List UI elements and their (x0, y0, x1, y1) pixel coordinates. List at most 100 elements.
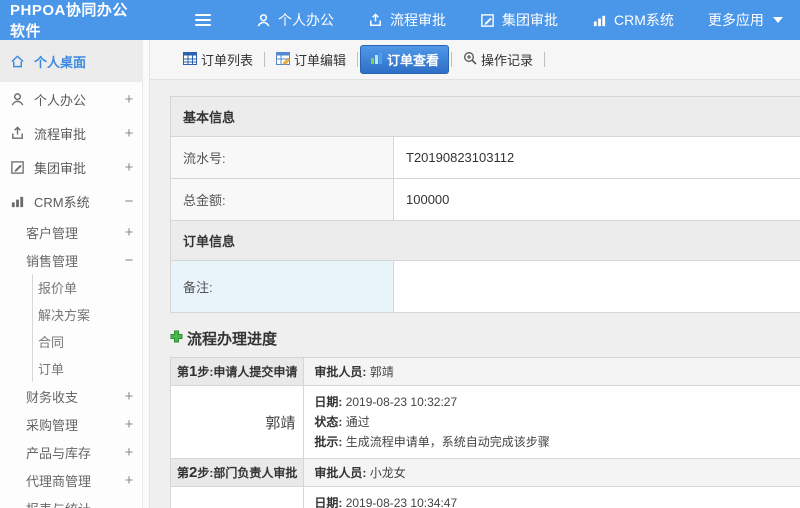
nav-label: 更多应用 (707, 12, 764, 28)
edit-icon (480, 13, 495, 28)
step-detail-cell: 日期: 2019-08-23 10:32:27 状态: 通过 批示: 生成流程申… (303, 385, 800, 459)
expand-icon[interactable]: + (116, 125, 142, 142)
sidebar-item-agent-mgmt[interactable]: 代理商管理 + (0, 466, 142, 494)
section-title: 基本信息 (170, 96, 800, 137)
nav-more-apps[interactable]: 更多应用 (691, 0, 800, 40)
detail-status: 状态: 通过 (314, 415, 370, 429)
top-nav: 个人办公 流程审批 集团审批 CRM系统 更多应用 (239, 0, 800, 40)
sidebar-item-crm[interactable]: CRM系统 − (0, 184, 142, 218)
expand-icon[interactable]: + (116, 159, 142, 176)
tab-separator (544, 52, 546, 67)
nav-label: 流程审批 (390, 12, 446, 28)
table-icon (183, 51, 197, 68)
expand-icon[interactable]: + (116, 444, 142, 461)
sidebar-item-group-approval[interactable]: 集团审批 + (0, 150, 142, 184)
bar-chart-icon (592, 13, 607, 28)
tab-order-view[interactable]: 订单查看 (360, 45, 450, 74)
sidebar-item-finance[interactable]: 财务收支 + (0, 382, 142, 410)
sidebar-item-label: 解决方案 (38, 308, 91, 323)
sales-submenu: 报价单 解决方案 合同 订单 (32, 274, 142, 382)
tab-order-edit[interactable]: 订单编辑 (267, 46, 355, 73)
sidebar-item-sales-mgmt[interactable]: 销售管理 − (0, 246, 142, 274)
order-detail-table: 基本信息 流水号: T20190823103112 总金额: 100000 订单… (170, 96, 800, 313)
sidebar-scrollbar[interactable] (143, 40, 150, 508)
person-icon (9, 91, 25, 107)
tab-operation-log[interactable]: 操作记录 (454, 46, 542, 73)
collapse-icon[interactable]: − (116, 252, 142, 269)
tab-label: 订单编辑 (294, 53, 347, 68)
home-icon (9, 53, 25, 69)
nav-crm[interactable]: CRM系统 (575, 0, 691, 40)
sidebar-item-label: 个人桌面 (34, 54, 87, 70)
tab-separator (357, 52, 359, 67)
expand-icon[interactable]: + (116, 224, 142, 241)
nav-group-approval[interactable]: 集团审批 (463, 0, 575, 40)
workflow-step-header: 第1步:申请人提交申请 审批人员: 郭靖 (169, 357, 800, 386)
person-icon (256, 13, 271, 28)
sidebar-item-purchase[interactable]: 采购管理 + (0, 410, 142, 438)
expand-icon[interactable]: + (116, 388, 142, 405)
expand-icon[interactable]: + (116, 91, 142, 108)
sidebar-item-desktop[interactable]: 个人桌面 (0, 40, 142, 82)
sidebar-item-customer-mgmt[interactable]: 客户管理 + (0, 218, 142, 246)
nav-label: 集团审批 (502, 12, 558, 28)
sidebar-item-label: 集团审批 (34, 160, 87, 176)
expand-icon[interactable]: + (116, 416, 142, 433)
workflow-progress-title: 流程办理进度 (170, 328, 800, 349)
tab-bar: 订单列表 订单编辑 订单查看 操作记录 (150, 40, 800, 80)
section-title: 订单信息 (170, 220, 800, 261)
approver-name: 小龙女 (169, 486, 305, 508)
sidebar-item-label: 订单 (38, 362, 65, 377)
serial-number-label: 流水号: (170, 136, 394, 179)
expand-icon[interactable]: + (116, 472, 142, 489)
sidebar-item-solution[interactable]: 解决方案 (33, 301, 142, 328)
sidebar-item-contract[interactable]: 合同 (33, 328, 142, 355)
sidebar-item-order[interactable]: 订单 (33, 355, 142, 382)
sidebar-item-label: 流程审批 (34, 126, 87, 142)
order-info-header: 订单信息 (170, 220, 800, 261)
nav-personal-office[interactable]: 个人办公 (239, 0, 351, 40)
approver-cell: 审批人员: 郭靖 (303, 357, 800, 386)
sidebar-item-label: 报价单 (38, 281, 78, 296)
step-detail-cell: 日期: 2019-08-23 10:34:47 状态: 通过 批示: 通过 (303, 486, 800, 508)
detail-date: 日期: 2019-08-23 10:34:47 (314, 496, 458, 508)
table-row: 总金额: 100000 (170, 178, 800, 221)
sidebar-item-product-inventory[interactable]: 产品与库存 + (0, 438, 142, 466)
table-row: 流水号: T20190823103112 (170, 136, 800, 179)
remark-value (393, 260, 800, 313)
app-title: PHPOA协同办公软件 (10, 2, 128, 40)
bar-chart-icon (9, 193, 25, 209)
approver-name: 郭靖 (169, 385, 305, 459)
hamburger-menu-icon[interactable] (195, 14, 211, 26)
sidebar-item-report-stats[interactable]: 报表与统计 (0, 494, 142, 508)
step-label: 第1步:申请人提交申请 (169, 357, 305, 386)
nav-label: CRM系统 (614, 12, 674, 28)
sidebar-item-label: 采购管理 (26, 417, 79, 433)
basic-info-header: 基本信息 (170, 96, 800, 137)
sidebar-item-personal-office[interactable]: 个人办公 + (0, 82, 142, 116)
nav-workflow-approval[interactable]: 流程审批 (351, 0, 463, 40)
sidebar-item-label: CRM系统 (34, 194, 90, 210)
nav-label: 个人办公 (278, 12, 334, 28)
detail-date: 日期: 2019-08-23 10:32:27 (314, 395, 458, 409)
sidebar-item-quotation[interactable]: 报价单 (33, 274, 142, 301)
sidebar-item-label: 合同 (38, 335, 65, 350)
sidebar-item-label: 销售管理 (26, 253, 79, 269)
serial-number-value: T20190823103112 (393, 136, 800, 179)
collapse-icon[interactable]: − (116, 193, 142, 210)
table-row: 备注: (170, 260, 800, 313)
sidebar-item-label: 代理商管理 (26, 473, 92, 489)
edit-icon (9, 159, 25, 175)
sidebar-item-label: 报表与统计 (26, 499, 116, 508)
workflow-step-detail: 小龙女 日期: 2019-08-23 10:34:47 状态: 通过 批示: 通… (169, 486, 800, 508)
zoom-plus-icon (463, 51, 477, 68)
sidebar-item-workflow-approval[interactable]: 流程审批 + (0, 116, 142, 150)
detail-remark: 批示: 生成流程申请单，系统自动完成该步骤 (314, 435, 550, 449)
tab-order-list[interactable]: 订单列表 (174, 46, 262, 73)
tab-label: 操作记录 (481, 53, 534, 68)
table-edit-icon (276, 51, 291, 68)
approver-cell: 审批人员: 小龙女 (303, 458, 800, 487)
workflow-icon (368, 12, 383, 28)
view-icon (370, 52, 383, 68)
step-label: 第2步:部门负责人审批 (169, 458, 305, 487)
